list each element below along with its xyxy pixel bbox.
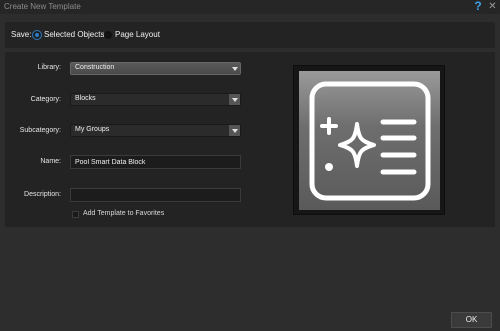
ok-button[interactable]: OK bbox=[451, 312, 492, 328]
description-field[interactable] bbox=[70, 188, 241, 202]
window-title: Create New Template bbox=[4, 2, 81, 11]
chevron-down-icon bbox=[229, 63, 240, 74]
radio-label-page-layout[interactable]: Page Layout bbox=[115, 30, 160, 39]
category-value: Blocks bbox=[75, 95, 96, 102]
subcategory-dropdown[interactable]: My Groups bbox=[70, 124, 241, 137]
subcategory-label: Subcategory: bbox=[19, 127, 61, 134]
chevron-down-icon bbox=[229, 125, 240, 136]
smart-data-sparkle-list-icon bbox=[309, 81, 431, 201]
library-dropdown[interactable]: Construction bbox=[70, 62, 241, 75]
save-label: Save: bbox=[11, 30, 32, 39]
template-form-panel: Library: Construction Category: Blocks S… bbox=[5, 52, 495, 227]
favorites-checkbox[interactable] bbox=[72, 211, 79, 218]
description-label: Description: bbox=[24, 191, 61, 198]
name-label: Name: bbox=[40, 158, 61, 165]
category-dropdown[interactable]: Blocks bbox=[70, 93, 241, 106]
radio-selected-objects[interactable] bbox=[33, 31, 41, 39]
question-mark-icon[interactable]: ? bbox=[472, 0, 484, 13]
template-preview bbox=[293, 65, 445, 215]
library-label: Library: bbox=[37, 64, 61, 71]
subcategory-value: My Groups bbox=[75, 126, 110, 133]
radio-label-selected-objects[interactable]: Selected Objects bbox=[44, 30, 104, 39]
favorites-checkbox-label[interactable]: Add Template to Favorites bbox=[83, 210, 164, 217]
save-options-bar: Save: Selected Objects Page Layout bbox=[5, 22, 495, 48]
preview-thumbnail bbox=[299, 71, 440, 210]
chevron-down-icon bbox=[229, 94, 240, 105]
radio-page-layout[interactable] bbox=[104, 31, 112, 39]
name-field[interactable] bbox=[70, 155, 241, 169]
library-value: Construction bbox=[75, 64, 115, 71]
close-icon[interactable]: ✕ bbox=[487, 0, 498, 14]
title-bar: Create New Template ? ✕ bbox=[0, 0, 500, 14]
category-label: Category: bbox=[30, 96, 61, 103]
